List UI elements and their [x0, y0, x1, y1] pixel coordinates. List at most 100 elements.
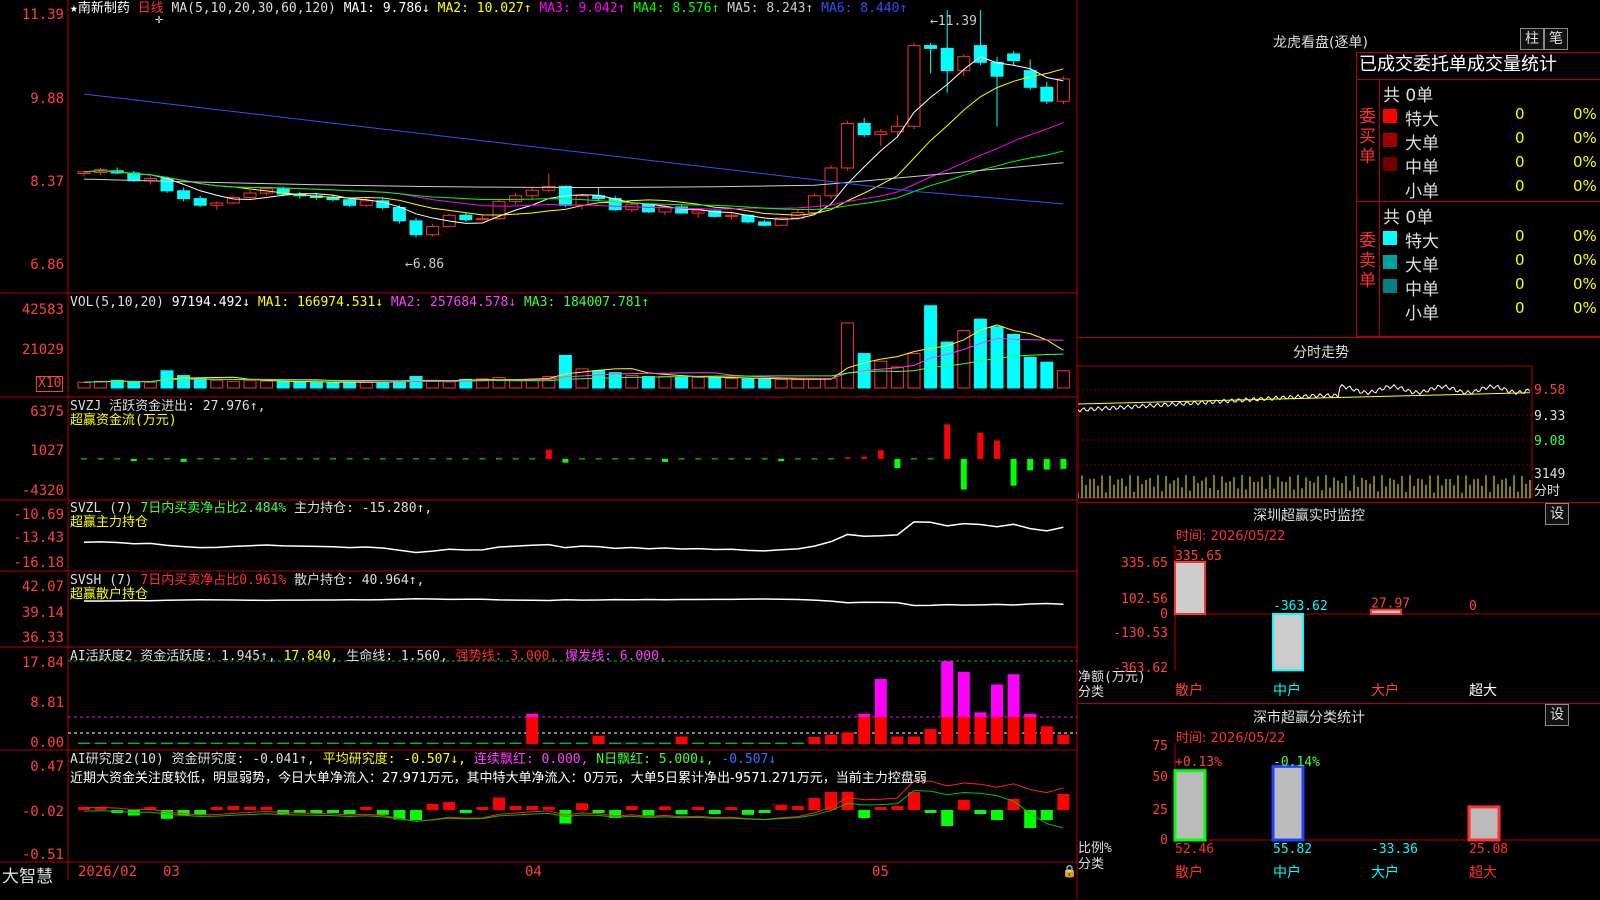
classify-tick: 25 — [1152, 803, 1168, 818]
ma-value-1: MA1: 9.786↓ — [343, 1, 430, 16]
flow-bar — [960, 458, 967, 490]
intraday-avg-line — [1078, 392, 1531, 405]
volume-bar — [558, 354, 572, 389]
candle-body — [1056, 78, 1070, 102]
monitor-settings-button[interactable]: 设 — [1545, 503, 1569, 525]
order-row: 小单 0 0% — [1383, 177, 1600, 202]
order-row: 大单 0 0% — [1383, 129, 1600, 154]
activity-bar — [808, 737, 821, 744]
research-bar — [1024, 810, 1037, 828]
research-bar — [675, 810, 688, 815]
classify-chart[interactable]: 75 50 25 0 +0.13% 52.46 散户 -0.14% 55.82 中户 -33… — [1078, 740, 1600, 900]
svsh-title-name: SVSH (7) — [70, 573, 133, 588]
activity-bar — [327, 742, 339, 744]
activity-bar-top — [1007, 674, 1020, 717]
research-bar — [725, 807, 738, 810]
monitor-ylabel: 净额(万元) — [1078, 670, 1146, 685]
volume-bar — [774, 378, 788, 389]
date-axis: 大智慧 2026/02 03 04 05 🔒 — [0, 862, 1078, 887]
candle-body — [177, 190, 191, 200]
ma-title: MA(5,10,20,30,60,120) — [171, 1, 336, 16]
volume-bar — [226, 380, 240, 389]
monitor-category: 大户 — [1371, 682, 1399, 699]
activity-bar — [742, 742, 754, 744]
svzl-subtitle: 超赢主力持仓 — [70, 515, 149, 530]
flow-bar — [944, 424, 951, 459]
classify-tick: 50 — [1152, 770, 1168, 785]
order-count: 0 — [1515, 129, 1525, 147]
activity-bar — [293, 742, 306, 744]
monitor-chart[interactable]: 335.65 102.56 0 -130.53 -363.62 335.65 散户… — [1078, 545, 1600, 700]
order-type: 大单 — [1405, 256, 1439, 276]
candle-body — [475, 218, 489, 221]
activity-bar-top — [941, 661, 954, 717]
research-bar — [625, 806, 638, 810]
tick-view-button[interactable]: 笔 — [1544, 28, 1568, 50]
research-bar — [1057, 794, 1070, 810]
vol-value: 97194.492↓ — [171, 295, 251, 310]
activity-bar — [858, 717, 871, 744]
sell-orders-label: 委卖单 — [1359, 231, 1376, 291]
activity-bar — [957, 717, 970, 744]
svzl-tick: -10.69 — [13, 507, 64, 523]
intraday-chart[interactable]: 9.58 9.33 9.08 3149 分时 — [1078, 362, 1600, 502]
volume-bar — [492, 376, 506, 389]
candle-body — [77, 171, 91, 175]
volume-bar — [426, 380, 440, 389]
ai-res-title: AI研究度2(10) 资金研究度: -0.041↑, 平均研究度: -0.507… — [70, 752, 776, 767]
monitor-title: 深圳超赢实时监控 — [1253, 508, 1365, 524]
candle-body — [758, 221, 772, 226]
research-bar — [376, 810, 389, 815]
research-bar — [708, 810, 721, 814]
order-type: 特大 — [1405, 232, 1439, 252]
research-bar — [542, 807, 555, 810]
activity-bar-top — [957, 671, 970, 717]
activity-bar — [360, 742, 373, 744]
vol-ma1: MA1: 166974.531↓ — [257, 295, 384, 310]
activity-bar — [94, 742, 107, 744]
activity-bar — [177, 742, 190, 744]
volume-bar — [691, 376, 705, 389]
order-color-swatch — [1383, 157, 1397, 171]
candle-body — [1007, 53, 1021, 62]
activity-bar — [725, 742, 738, 744]
intraday-tick: 9.08 — [1534, 434, 1565, 449]
ai-res-value5: -0.507↓ — [721, 752, 777, 767]
buy-total: 共 0单 — [1383, 86, 1434, 106]
activity-bar — [426, 742, 439, 744]
research-bar — [227, 806, 240, 810]
ma-line-20 — [83, 121, 1064, 210]
price-tick: 11.39 — [21, 7, 64, 23]
order-count: 0 — [1515, 153, 1525, 171]
order-count: 0 — [1515, 227, 1525, 245]
candle-body — [193, 198, 207, 206]
lock-icon[interactable]: 🔒 — [1062, 864, 1077, 878]
candle-body — [459, 214, 473, 221]
order-color-swatch — [1383, 303, 1397, 317]
classify-settings-button[interactable]: 设 — [1545, 704, 1569, 726]
monitor-time: 时间: 2026/05/22 — [1176, 529, 1286, 544]
activity-bar-top — [526, 713, 539, 717]
candle-body — [210, 202, 224, 206]
ai2-value2: 17.840, — [283, 649, 339, 664]
order-stats-tabs[interactable]: 已成交委托单成交量统计 — [1359, 53, 1557, 77]
order-count: 0 — [1515, 177, 1525, 195]
stock-name[interactable]: ★南新制药 — [70, 1, 130, 16]
activity-bar — [609, 742, 622, 744]
monitor-value: 0 — [1469, 599, 1477, 614]
intraday-frame — [1078, 365, 1533, 499]
flow-bar — [1043, 458, 1050, 470]
research-bar — [642, 810, 655, 816]
activity-bar — [1040, 726, 1053, 744]
activity-bar — [576, 742, 588, 744]
volume-bar — [77, 381, 91, 389]
ai-res-tick: 0.47 — [30, 759, 64, 775]
activity-bar — [244, 742, 256, 744]
research-bar — [692, 807, 705, 810]
research-bar — [426, 804, 439, 810]
high-price-label: ←11.39 — [930, 14, 977, 29]
column-view-button[interactable]: 柱 — [1520, 28, 1544, 50]
candlestick-series — [77, 10, 1070, 238]
activity-bar — [708, 742, 721, 744]
vol-title: VOL(5,10,20) 97194.492↓ MA1: 166974.531↓… — [70, 295, 649, 310]
